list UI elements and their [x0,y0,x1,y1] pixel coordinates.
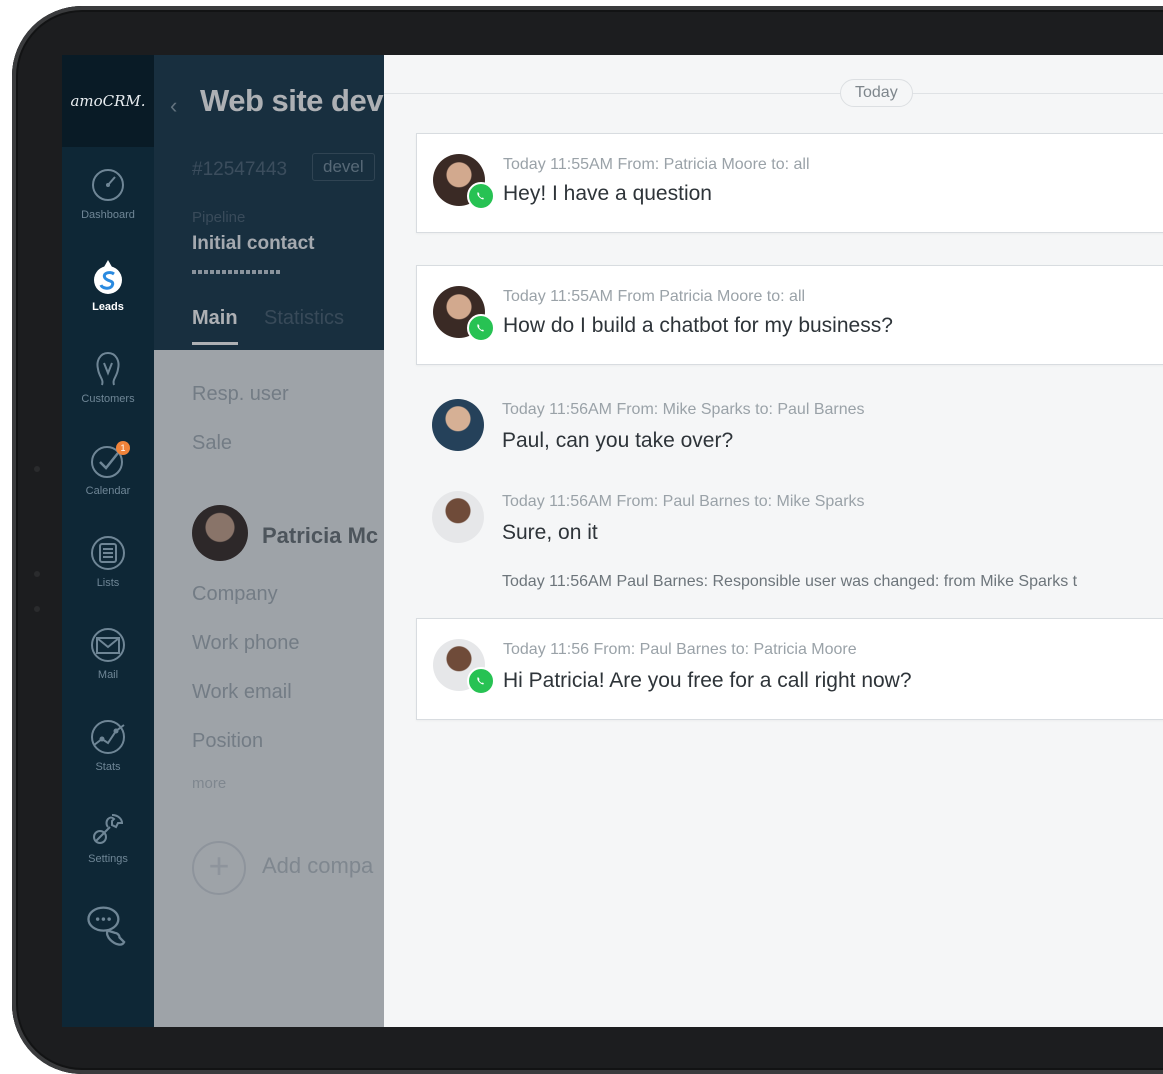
leads-icon [94,260,122,294]
sidebar-item-label: Stats [95,761,121,773]
message-meta: Today 11:56AM From: Mike Sparks to: Paul… [502,401,865,418]
whatsapp-icon [467,667,495,695]
dim-overlay [154,55,384,1027]
device-button [34,466,40,472]
sidebar-item-label: Mail [97,669,119,681]
sidebar-item-leads[interactable]: Leads [62,239,154,331]
message-text: Hi Patricia! Are you free for a call rig… [503,669,912,692]
mail-icon [91,628,125,662]
customers-icon [96,352,120,386]
main-sidebar: amoCRM. Dashboard Leads Customers 1 Cale… [62,55,154,1027]
device-camera [34,571,40,577]
sidebar-item-label: Customers [81,393,135,405]
whatsapp-icon [467,182,495,210]
dashboard-icon [92,169,124,201]
chat-message[interactable]: Today 11:56 From: Paul Barnes to: Patric… [416,618,1163,720]
avatar [432,491,484,543]
avatar [432,399,484,451]
message-meta: Today 11:55AM From: Patricia Moore to: a… [503,156,810,173]
system-note: Today 11:56AM Paul Barnes: Responsible u… [502,573,1078,590]
sidebar-item-label: Calendar [85,485,131,497]
chat-message[interactable]: Today 11:55AM From: Patricia Moore to: a… [416,133,1163,233]
chat-message[interactable]: Today 11:55AM From Patricia Moore to: al… [416,265,1163,365]
sidebar-item-label: Leads [92,301,124,313]
settings-icon [93,814,124,844]
chat-phone-icon [87,906,126,946]
message-meta: Today 11:55AM From Patricia Moore to: al… [503,288,806,305]
message-text: Hey! I have a question [503,182,712,205]
message-text: Sure, on it [502,521,598,544]
sidebar-item-lists[interactable]: Lists [62,515,154,607]
message-meta: Today 11:56 From: Paul Barnes to: Patric… [503,641,857,658]
day-divider [384,93,1163,94]
message-text: How do I build a chatbot for my business… [503,314,893,337]
sidebar-item-calendar[interactable]: 1 Calendar [62,423,154,515]
chat-feed: Today Today 11:55AM From: Patricia Moore… [384,55,1163,1027]
message-text: Paul, can you take over? [502,429,734,452]
sidebar-item-chat[interactable] [62,883,154,973]
sidebar-item-label: Lists [96,577,120,589]
stats-icon [91,720,125,754]
sidebar-item-dashboard[interactable]: Dashboard [62,147,154,239]
app-logo: amoCRM. [70,92,146,110]
sidebar-item-settings[interactable]: Settings [62,791,154,883]
chat-message[interactable]: Today 11:56AM From: Mike Sparks to: Paul… [416,385,1163,463]
message-meta: Today 11:56AM From: Paul Barnes to: Mike… [502,493,865,510]
sidebar-item-label: Dashboard [81,209,135,221]
app-screen: amoCRM. Dashboard Leads Customers 1 Cale… [62,55,1163,1027]
logo-area[interactable]: amoCRM. [62,55,154,147]
chat-message[interactable]: Today 11:56AM From: Paul Barnes to: Mike… [416,477,1163,555]
device-button [34,606,40,612]
sidebar-item-label: Settings [88,853,128,865]
notification-badge: 1 [116,441,130,455]
sidebar-item-customers[interactable]: Customers [62,331,154,423]
sidebar-item-mail[interactable]: Mail [62,607,154,699]
day-label: Today [840,79,913,107]
lists-icon [91,536,125,570]
sidebar-item-stats[interactable]: Stats [62,699,154,791]
whatsapp-icon [467,314,495,342]
lead-card-panel: ‹ Web site deve #12547443 devel Pipeline… [154,55,384,1027]
